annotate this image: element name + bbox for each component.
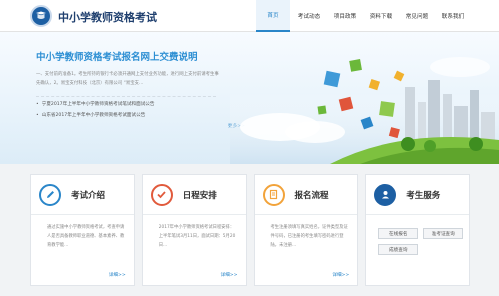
admission-ticket-query-button[interactable]: 准考证查询	[423, 228, 464, 239]
card-header: 考生服务	[366, 175, 469, 215]
nav-contact[interactable]: 联系我们	[436, 0, 470, 32]
nav-downloads[interactable]: 资料下载	[364, 0, 398, 32]
book-icon	[36, 11, 46, 19]
card-exam-intro: 考试介绍 通过实施中小学教师资格考试，考查申请人是否具备教师职业道德、基本素养、…	[30, 174, 135, 286]
banner-title[interactable]: 中小学教师资格考试报名网上交费说明	[36, 49, 198, 63]
nav-faq[interactable]: 常见问题	[400, 0, 434, 32]
card-header: 考试介绍	[31, 175, 134, 215]
banner-text: 一、支付前的准备1。考生所持的银行卡必须开通网上支付业务功能，进行网上支付前请考…	[36, 72, 219, 86]
logo-icon[interactable]	[30, 5, 52, 27]
card-schedule: 日程安排 2017年中小学教师资格考试日程安排：上半年笔试3月11日，面试日期：…	[141, 174, 247, 286]
news-item[interactable]: 宁夏2017年上半年中小学教师资格考试笔试和面试公告	[36, 101, 155, 107]
banner: 中小学教师资格考试报名网上交费说明 一、支付前的准备1。考生所持的银行卡必须开通…	[0, 32, 499, 164]
card-title[interactable]: 考试介绍	[71, 189, 105, 201]
details-link[interactable]: 详细>>	[221, 272, 238, 278]
divider	[36, 96, 216, 97]
online-registration-button[interactable]: 在线报名	[378, 228, 419, 239]
card-header: 日程安排	[142, 175, 246, 215]
details-link[interactable]: 详细>>	[109, 272, 126, 278]
card-candidate-services: 考生服务 在线报名 准考证查询 成绩查询	[365, 174, 470, 286]
card-title[interactable]: 日程安排	[183, 189, 217, 201]
document-icon	[262, 183, 285, 206]
checkmark-icon	[150, 183, 173, 206]
main-nav: 首页 考试动态 项目政策 资料下载 常见问题 联系我们	[256, 0, 472, 32]
card-text: 2017年中小学教师资格考试日程安排：上半年笔试3月11日，面试日期：5月20日…	[158, 225, 236, 248]
nav-policy[interactable]: 项目政策	[328, 0, 362, 32]
service-cards: 考试介绍 通过实施中小学教师资格考试，考查申请人是否具备教师职业道德、基本素养、…	[30, 174, 470, 286]
card-title[interactable]: 考生服务	[406, 189, 440, 201]
nav-exam-news[interactable]: 考试动态	[292, 0, 326, 32]
score-query-button[interactable]: 成绩查询	[378, 244, 419, 255]
header: 中小学教师资格考试 首页 考试动态 项目政策 资料下载 常见问题 联系我们	[0, 0, 499, 32]
news-item[interactable]: 山东省2017年上半年中小学教师资格考试面试公告	[36, 112, 146, 118]
nav-home[interactable]: 首页	[256, 0, 290, 32]
card-text: 通过实施中小学教师资格考试，考查申请人是否具备教师职业道德、基本素养、教育教学能…	[47, 225, 125, 248]
city-illustration	[230, 57, 499, 164]
card-title[interactable]: 报名流程	[295, 189, 329, 201]
card-header: 报名流程	[254, 175, 358, 215]
site-title[interactable]: 中小学教师资格考试	[58, 9, 157, 25]
user-icon	[374, 183, 397, 206]
card-text: 考生注册须填写真实姓名，证件类型及证件号码，已注册的考生填写密码进行登陆，未注册…	[270, 225, 348, 248]
pencil-icon	[39, 183, 61, 206]
card-registration: 报名流程 考生注册须填写真实姓名，证件类型及证件号码，已注册的考生填写密码进行登…	[253, 174, 359, 286]
details-link[interactable]: 详细>>	[332, 272, 349, 278]
